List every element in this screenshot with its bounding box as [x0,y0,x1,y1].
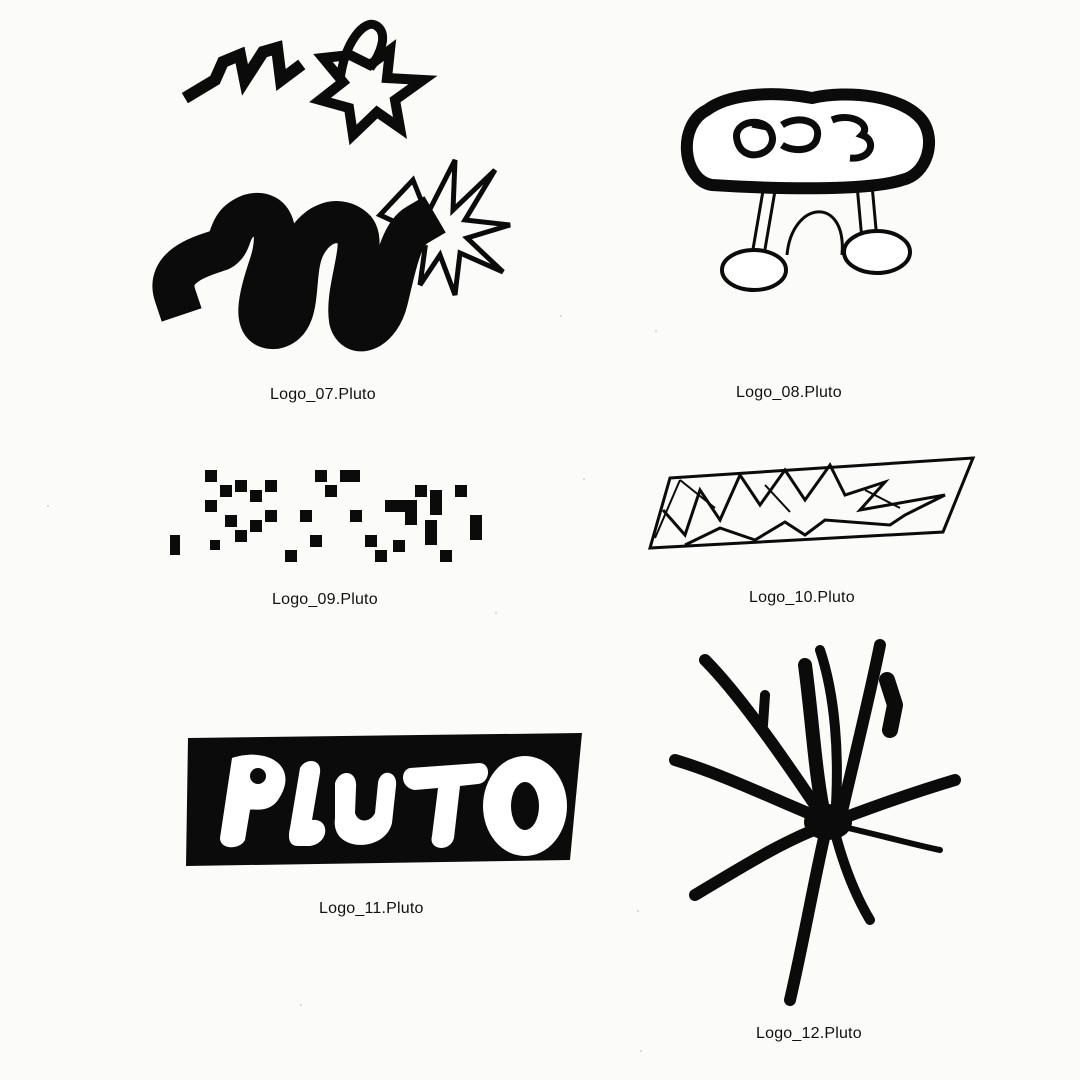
logo-12-caption: Logo_12.Pluto [756,1025,862,1042]
scan-speck [560,315,562,317]
scan-speck [637,910,639,912]
pluto-bubble-wordmark-icon [186,733,582,866]
scan-speck [655,330,657,332]
brush-splat-starburst-icon [669,639,961,1006]
logo-11-caption: Logo_11.Pluto [319,900,424,917]
scanned-logo-sheet: Logo_07.Pluto Logo_08.Pluto Logo_09.Plut… [0,0,1080,1080]
logo-10-caption: Logo_10.Pluto [749,589,855,606]
scan-speck [47,505,49,507]
squiggle-with-starburst-icon [152,19,511,352]
cloud-with-bubble-letters-and-legs-icon [680,88,936,292]
logo-09-caption: Logo_09.Pluto [272,591,378,608]
scan-speck [640,1050,642,1052]
scan-speck [300,1004,302,1006]
scan-speck [495,612,497,614]
logo-07-caption: Logo_07.Pluto [270,386,376,403]
pixel-block-lettering-icon [170,470,482,562]
slanted-lightning-panel-icon [647,456,976,550]
scan-speck [583,478,585,480]
logo-08-caption: Logo_08.Pluto [736,384,842,401]
